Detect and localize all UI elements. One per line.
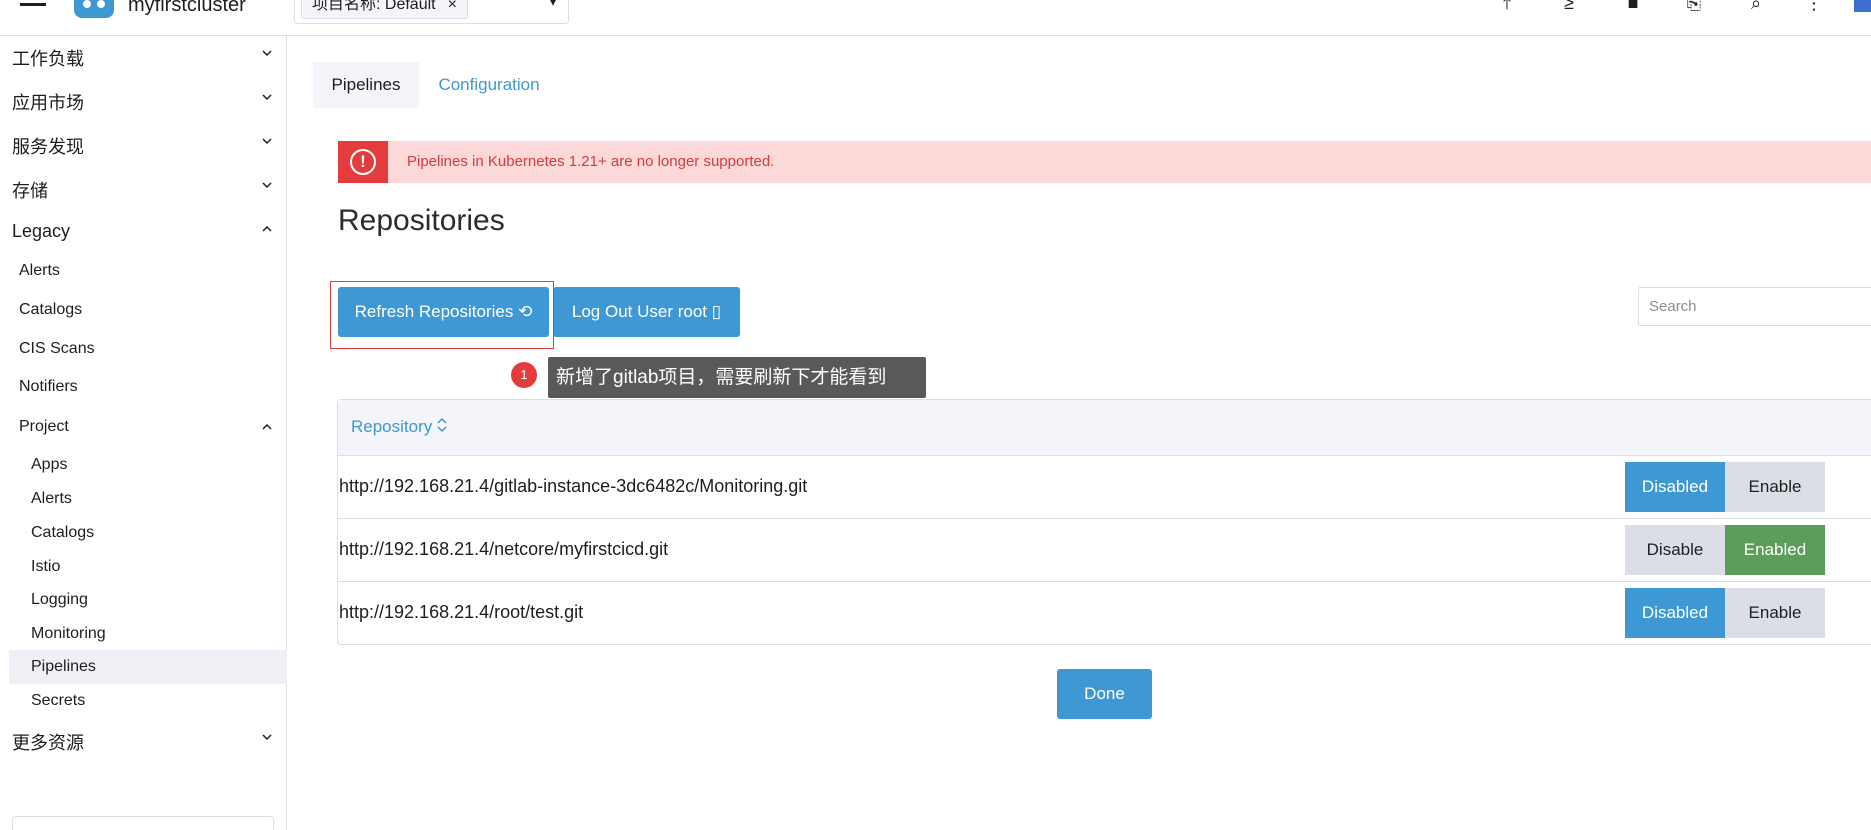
chevron-down-icon: [262, 48, 272, 58]
file-icon[interactable]: ■: [1622, 0, 1644, 12]
sidebar-item-label: Secrets: [31, 692, 86, 709]
sidebar-group-label: Legacy: [12, 221, 71, 241]
top-header: myfirstcluster 项目名称: Default × ▾ ⤒ ≥ ■ ⎘ …: [0, 0, 1871, 36]
chevron-down-icon[interactable]: ▾: [550, 0, 556, 9]
project-selector[interactable]: 项目名称: Default × ▾: [294, 0, 569, 24]
sidebar-group-label: 工作负载: [12, 49, 84, 69]
avatar[interactable]: [1854, 0, 1871, 12]
sidebar-item-label: Notifiers: [19, 378, 78, 395]
chevron-down-icon: [262, 732, 272, 742]
sidebar-item-label: Catalogs: [31, 524, 95, 541]
sidebar-item-istio[interactable]: Istio: [0, 550, 287, 584]
disabled-button[interactable]: Disabled: [1625, 462, 1725, 512]
close-icon[interactable]: ×: [448, 0, 457, 13]
disabled-button[interactable]: Disabled: [1625, 588, 1725, 638]
page-title: Repositories: [338, 204, 505, 237]
chevron-down-icon: [262, 180, 272, 190]
warning-icon: !: [338, 141, 388, 183]
sidebar-item-monitoring[interactable]: Monitoring: [0, 617, 287, 651]
done-button[interactable]: Done: [1057, 669, 1152, 719]
sidebar-item-label: Pipelines: [31, 658, 96, 675]
table-header: Repository: [338, 400, 1871, 456]
sidebar-group-legacy[interactable]: Legacy: [0, 212, 287, 252]
repository-url: http://192.168.21.4/netcore/myfirstcicd.…: [339, 539, 669, 559]
shell-icon[interactable]: ≥: [1558, 0, 1580, 12]
sidebar-footer-box: [12, 816, 274, 830]
logout-label: Log Out User root: [571, 302, 708, 321]
chevron-down-icon: [262, 92, 272, 102]
sidebar-group-storage[interactable]: 存储: [0, 168, 287, 208]
chevron-down-icon: [262, 136, 272, 146]
sidebar-item-label: Project: [19, 418, 69, 435]
annotation-tooltip: 新增了gitlab项目，需要刷新下才能看到: [548, 357, 926, 398]
enable-toggle: Disabled Enable: [1625, 462, 1825, 512]
enable-button[interactable]: Enable: [1725, 462, 1825, 512]
door-icon: ▯: [711, 302, 722, 321]
sidebar-item-label: Apps: [31, 456, 68, 473]
tab-pipelines[interactable]: Pipelines: [313, 62, 419, 108]
upload-icon[interactable]: ⤒: [1496, 0, 1518, 12]
sidebar-group-label: 服务发现: [12, 137, 84, 157]
sidebar-item-alerts[interactable]: Alerts: [0, 254, 287, 288]
cluster-logo-icon: [74, 0, 114, 18]
banner-message: Pipelines in Kubernetes 1.21+ are no lon…: [407, 153, 775, 170]
chevron-up-icon: [262, 224, 272, 234]
sidebar-item-cis-scans[interactable]: CIS Scans: [0, 332, 287, 366]
enabled-button[interactable]: Enabled: [1725, 525, 1825, 575]
sidebar-group-service-discovery[interactable]: 服务发现: [0, 124, 287, 164]
enable-toggle: Disabled Enable: [1625, 588, 1825, 638]
sidebar-item-label: Alerts: [31, 490, 72, 507]
sidebar-group-label: 应用市场: [12, 93, 84, 113]
column-header-label: Repository: [351, 416, 433, 436]
sidebar-item-catalogs[interactable]: Catalogs: [0, 293, 287, 327]
column-header-repository[interactable]: Repository: [351, 416, 448, 439]
chevron-up-icon: [262, 422, 272, 432]
copy-icon[interactable]: ⎘: [1683, 0, 1705, 12]
logout-button[interactable]: Log Out User root ▯: [553, 287, 740, 337]
sidebar-item-label: Alerts: [19, 262, 60, 279]
table-row: http://192.168.21.4/netcore/myfirstcicd.…: [338, 520, 1871, 582]
sidebar-group-label: 更多资源: [12, 733, 84, 753]
enable-button[interactable]: Enable: [1725, 588, 1825, 638]
annotation-highlight: [330, 281, 554, 349]
table-row: http://192.168.21.4/gitlab-instance-3dc6…: [338, 457, 1871, 519]
repository-url: http://192.168.21.4/gitlab-instance-3dc6…: [339, 476, 808, 496]
enable-toggle: Disable Enabled: [1625, 525, 1825, 575]
sidebar-group-workloads[interactable]: 工作负载: [0, 36, 287, 76]
sidebar-item-label: Logging: [31, 591, 88, 608]
sidebar-item-apps[interactable]: Apps: [0, 448, 287, 482]
sidebar-item-label: Monitoring: [31, 625, 106, 642]
sidebar-group-label: 存储: [12, 181, 48, 201]
sidebar-group-apps[interactable]: 应用市场: [0, 80, 287, 120]
error-banner: ! Pipelines in Kubernetes 1.21+ are no l…: [338, 141, 1871, 183]
repositories-table: Repository http://192.168.21.4/gitlab-in…: [337, 399, 1871, 645]
annotation-badge: 1: [511, 362, 537, 388]
repository-url: http://192.168.21.4/root/test.git: [339, 602, 584, 622]
sidebar-group-more-resources[interactable]: 更多资源: [0, 720, 287, 760]
tab-bar: Pipelines Configuration: [313, 62, 1871, 108]
sidebar-item-notifiers[interactable]: Notifiers: [0, 370, 287, 404]
sidebar: 工作负载 应用市场 服务发现 存储 Legacy Alerts Catalogs…: [0, 36, 287, 830]
sidebar-item-label: Istio: [31, 558, 61, 575]
sort-icon: [436, 416, 448, 439]
table-row: http://192.168.21.4/root/test.git Disabl…: [338, 583, 1871, 645]
more-icon[interactable]: ⋮: [1803, 0, 1825, 12]
sidebar-item-logging[interactable]: Logging: [0, 583, 287, 617]
sidebar-item-project[interactable]: Project: [0, 410, 287, 444]
sidebar-item-secrets[interactable]: Secrets: [0, 684, 287, 718]
sidebar-item-project-alerts[interactable]: Alerts: [0, 482, 287, 516]
project-chip-label: 项目名称: Default: [312, 0, 436, 13]
cluster-name: myfirstcluster: [128, 0, 246, 16]
disable-button[interactable]: Disable: [1625, 525, 1725, 575]
sidebar-item-label: Catalogs: [19, 301, 83, 318]
search-input[interactable]: [1638, 287, 1871, 326]
sidebar-item-label: CIS Scans: [19, 340, 95, 357]
menu-icon[interactable]: [20, 0, 46, 10]
tab-configuration[interactable]: Configuration: [419, 62, 559, 108]
project-chip: 项目名称: Default ×: [301, 0, 468, 19]
sidebar-item-project-catalogs[interactable]: Catalogs: [0, 516, 287, 550]
search-icon[interactable]: ⌕: [1745, 0, 1767, 12]
sidebar-item-pipelines[interactable]: Pipelines: [9, 650, 287, 684]
